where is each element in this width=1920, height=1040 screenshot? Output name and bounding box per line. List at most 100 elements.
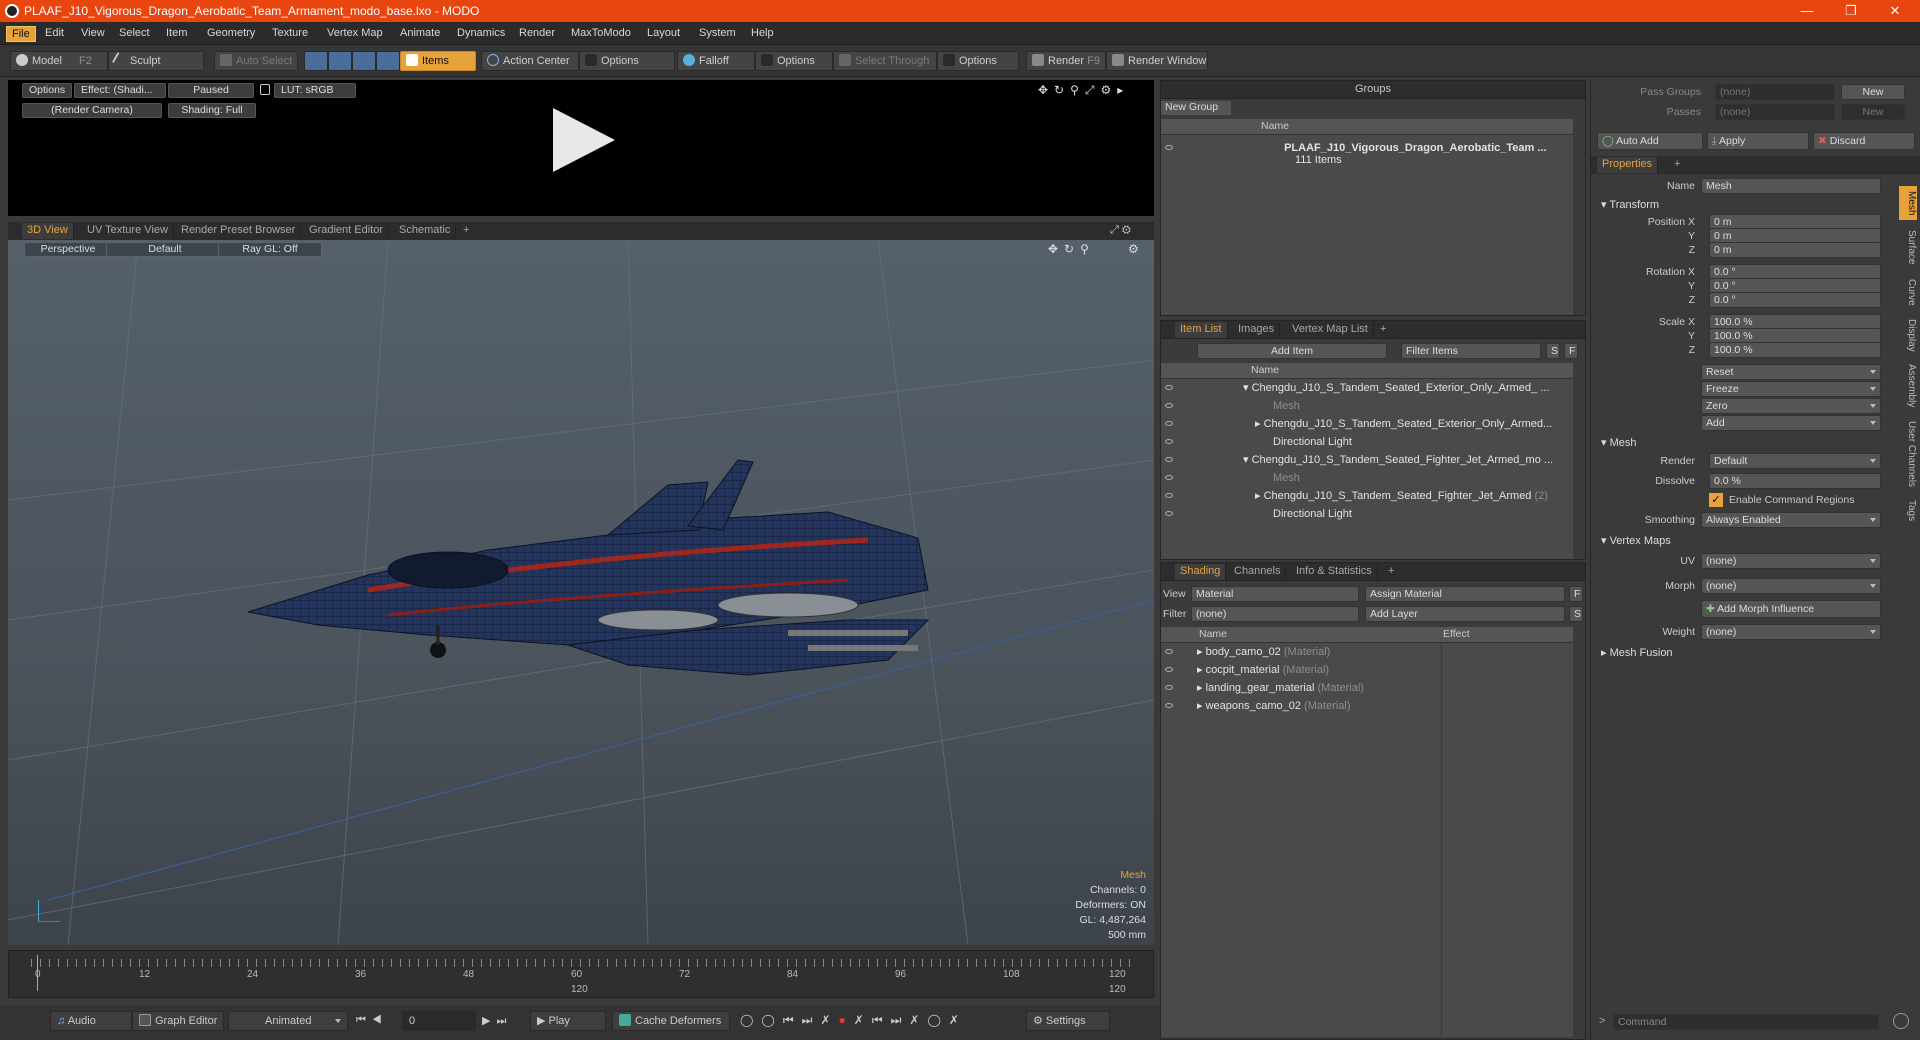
tab-gradient-editor[interactable]: Gradient Editor xyxy=(304,223,389,239)
render-window-button[interactable]: Render Window xyxy=(1106,51,1208,71)
menu-vertex-map[interactable]: Vertex Map xyxy=(322,26,388,40)
add-dropdown[interactable]: Add xyxy=(1701,415,1881,431)
eye-icon[interactable] xyxy=(1165,511,1173,516)
assign-material-button[interactable]: Assign Material xyxy=(1365,586,1565,602)
tab-shading[interactable]: Shading xyxy=(1175,564,1227,580)
groups-list[interactable]: Name PLAAF_J10_Vigorous_Dragon_Aerobatic… xyxy=(1161,119,1573,315)
menu-texture[interactable]: Texture xyxy=(267,26,313,40)
graph-editor-button[interactable]: Graph Editor xyxy=(132,1011,224,1031)
eye-icon[interactable] xyxy=(1165,457,1173,462)
list-item[interactable]: ▾ Chengdu_J10_S_Tandem_Seated_Fighter_Je… xyxy=(1165,451,1569,469)
add-morph-influence-button[interactable]: ✚ Add Morph Influence xyxy=(1701,600,1881,618)
audio-button[interactable]: ♫ Audio xyxy=(50,1011,132,1031)
apply-button[interactable]: ⤓ Apply xyxy=(1707,132,1809,150)
timeline[interactable]: 0 12 24 36 48 60 72 84 96 108 120 120 12… xyxy=(8,950,1154,998)
shading-dropdown[interactable]: Shading: Full xyxy=(168,103,256,118)
eye-icon[interactable] xyxy=(1165,475,1173,480)
shader-tree[interactable]: Name Effect ▸ body_camo_02 (Material) ▸ c… xyxy=(1161,627,1573,1037)
eye-icon[interactable] xyxy=(1165,493,1173,498)
play-button[interactable]: ▶ Play xyxy=(530,1011,606,1031)
settings-button[interactable]: ⚙ Settings xyxy=(1026,1011,1110,1031)
tab-uv-texture-view[interactable]: UV Texture View xyxy=(82,223,174,239)
eye-icon[interactable] xyxy=(1165,439,1173,444)
menu-render[interactable]: Render xyxy=(514,26,560,40)
polygons-mode-button[interactable] xyxy=(352,51,376,71)
eye-icon[interactable] xyxy=(1165,685,1173,690)
tab-render-preset-browser[interactable]: Render Preset Browser xyxy=(176,223,302,239)
preview-options-button[interactable]: Options xyxy=(22,83,73,98)
frame-step-back-icons[interactable]: ⏮◀ xyxy=(356,1014,388,1027)
add-tab-button[interactable]: + xyxy=(1383,564,1399,580)
new-pass-group-button[interactable]: New xyxy=(1841,84,1905,100)
model-mode-button[interactable]: Model F2 xyxy=(10,51,108,71)
action-center-button[interactable]: Action Center xyxy=(481,51,579,71)
weight-dropdown[interactable]: (none) xyxy=(1701,624,1881,640)
render-camera-dropdown[interactable]: (Render Camera) xyxy=(22,103,162,118)
cache-deformers-button[interactable]: Cache Deformers xyxy=(612,1011,730,1031)
transform-section[interactable]: ▾ Transform xyxy=(1601,198,1659,211)
menu-dynamics[interactable]: Dynamics xyxy=(452,26,510,40)
edges-mode-button[interactable] xyxy=(328,51,352,71)
list-item[interactable]: Mesh xyxy=(1165,397,1569,415)
items-mode-button[interactable]: Items xyxy=(400,51,476,71)
current-frame-input[interactable]: 0 xyxy=(402,1011,476,1031)
material-row[interactable]: ▸ cocpit_material (Material) xyxy=(1165,661,1435,679)
list-item[interactable]: ▸ Chengdu_J10_S_Tandem_Seated_Fighter_Je… xyxy=(1165,487,1569,505)
menu-geometry[interactable]: Geometry xyxy=(202,26,260,40)
pass-groups-dropdown[interactable]: (none) xyxy=(1715,84,1835,100)
chevron-right-icon[interactable]: ▸ xyxy=(1197,682,1206,694)
add-tab-button[interactable]: + xyxy=(1669,157,1685,173)
zero-dropdown[interactable]: Zero xyxy=(1701,398,1881,414)
frame-step-forward-icons[interactable]: ▶⏭ xyxy=(482,1014,512,1028)
material-row[interactable]: ▸ landing_gear_material (Material) xyxy=(1165,679,1435,697)
dissolve-input[interactable]: 0.0 % xyxy=(1709,473,1881,489)
eye-icon[interactable] xyxy=(1165,145,1173,150)
scale-z-input[interactable]: 100.0 % xyxy=(1709,342,1881,358)
chevron-right-icon[interactable]: ▸ xyxy=(1255,418,1264,430)
position-z-input[interactable]: 0 m xyxy=(1709,242,1881,258)
discard-button[interactable]: ✖ Discard xyxy=(1813,132,1915,150)
eye-icon[interactable] xyxy=(1165,649,1173,654)
jet-model-mesh[interactable] xyxy=(228,440,968,770)
add-item-dropdown[interactable]: Add Item xyxy=(1197,343,1387,359)
select-through-button[interactable]: Select Through xyxy=(833,51,937,71)
preview-nav-icons[interactable]: ✥↻⚲⤢⚙▸ xyxy=(1038,83,1129,98)
tab-item-list[interactable]: Item List xyxy=(1175,322,1228,338)
vertex-maps-section[interactable]: ▾ Vertex Maps xyxy=(1601,534,1671,547)
filter-s-button[interactable]: S xyxy=(1546,343,1560,359)
viewport-style-dropdown[interactable]: Default xyxy=(106,242,224,257)
command-history-icon[interactable] xyxy=(1893,1013,1909,1029)
add-layer-dropdown[interactable]: Add Layer xyxy=(1365,606,1565,622)
action-center-options-button[interactable]: Options xyxy=(579,51,675,71)
play-icon[interactable] xyxy=(553,108,615,172)
maximize-icon[interactable]: ❐ xyxy=(1828,0,1874,22)
view-dropdown[interactable]: Material xyxy=(1191,586,1359,602)
filter-dropdown[interactable]: (none) xyxy=(1191,606,1359,622)
menu-system[interactable]: System xyxy=(694,26,741,40)
command-input[interactable]: Command xyxy=(1613,1014,1879,1030)
side-tab-user-channels[interactable]: User Channels xyxy=(1899,416,1917,492)
menu-help[interactable]: Help xyxy=(746,26,779,40)
viewport-settings-icon[interactable]: ⚙ xyxy=(1128,242,1139,256)
tab-images[interactable]: Images xyxy=(1233,322,1281,338)
tab-properties[interactable]: Properties xyxy=(1597,157,1659,173)
preview-paused-button[interactable]: Paused xyxy=(168,83,254,98)
new-group-button[interactable]: New Group xyxy=(1161,101,1231,115)
side-tab-mesh[interactable]: Mesh xyxy=(1899,186,1917,220)
close-icon[interactable]: ✕ xyxy=(1872,0,1918,22)
mesh-fusion-section[interactable]: ▸ Mesh Fusion xyxy=(1601,646,1673,659)
freeze-dropdown[interactable]: Freeze xyxy=(1701,381,1881,397)
viewport-expand-icon[interactable]: ⤢ ⚙ xyxy=(1110,224,1131,237)
menu-maxtomodo[interactable]: MaxToModo xyxy=(566,26,636,40)
falloff-button[interactable]: Falloff xyxy=(677,51,755,71)
preview-effect-dropdown[interactable]: Effect: (Shadi... xyxy=(74,83,166,98)
enable-command-regions-checkbox[interactable]: ✓ xyxy=(1709,493,1723,507)
auto-select-button[interactable]: Auto Select xyxy=(214,51,298,71)
select-through-options-button[interactable]: Options xyxy=(937,51,1019,71)
chevron-right-icon[interactable]: ▸ xyxy=(1197,646,1206,658)
chevron-right-icon[interactable]: ▸ xyxy=(1197,700,1206,712)
eye-icon[interactable] xyxy=(1165,703,1173,708)
menu-select[interactable]: Select xyxy=(114,26,155,40)
chevron-down-icon[interactable]: ▾ xyxy=(1243,382,1252,394)
mesh-section[interactable]: ▾ Mesh xyxy=(1601,436,1636,449)
